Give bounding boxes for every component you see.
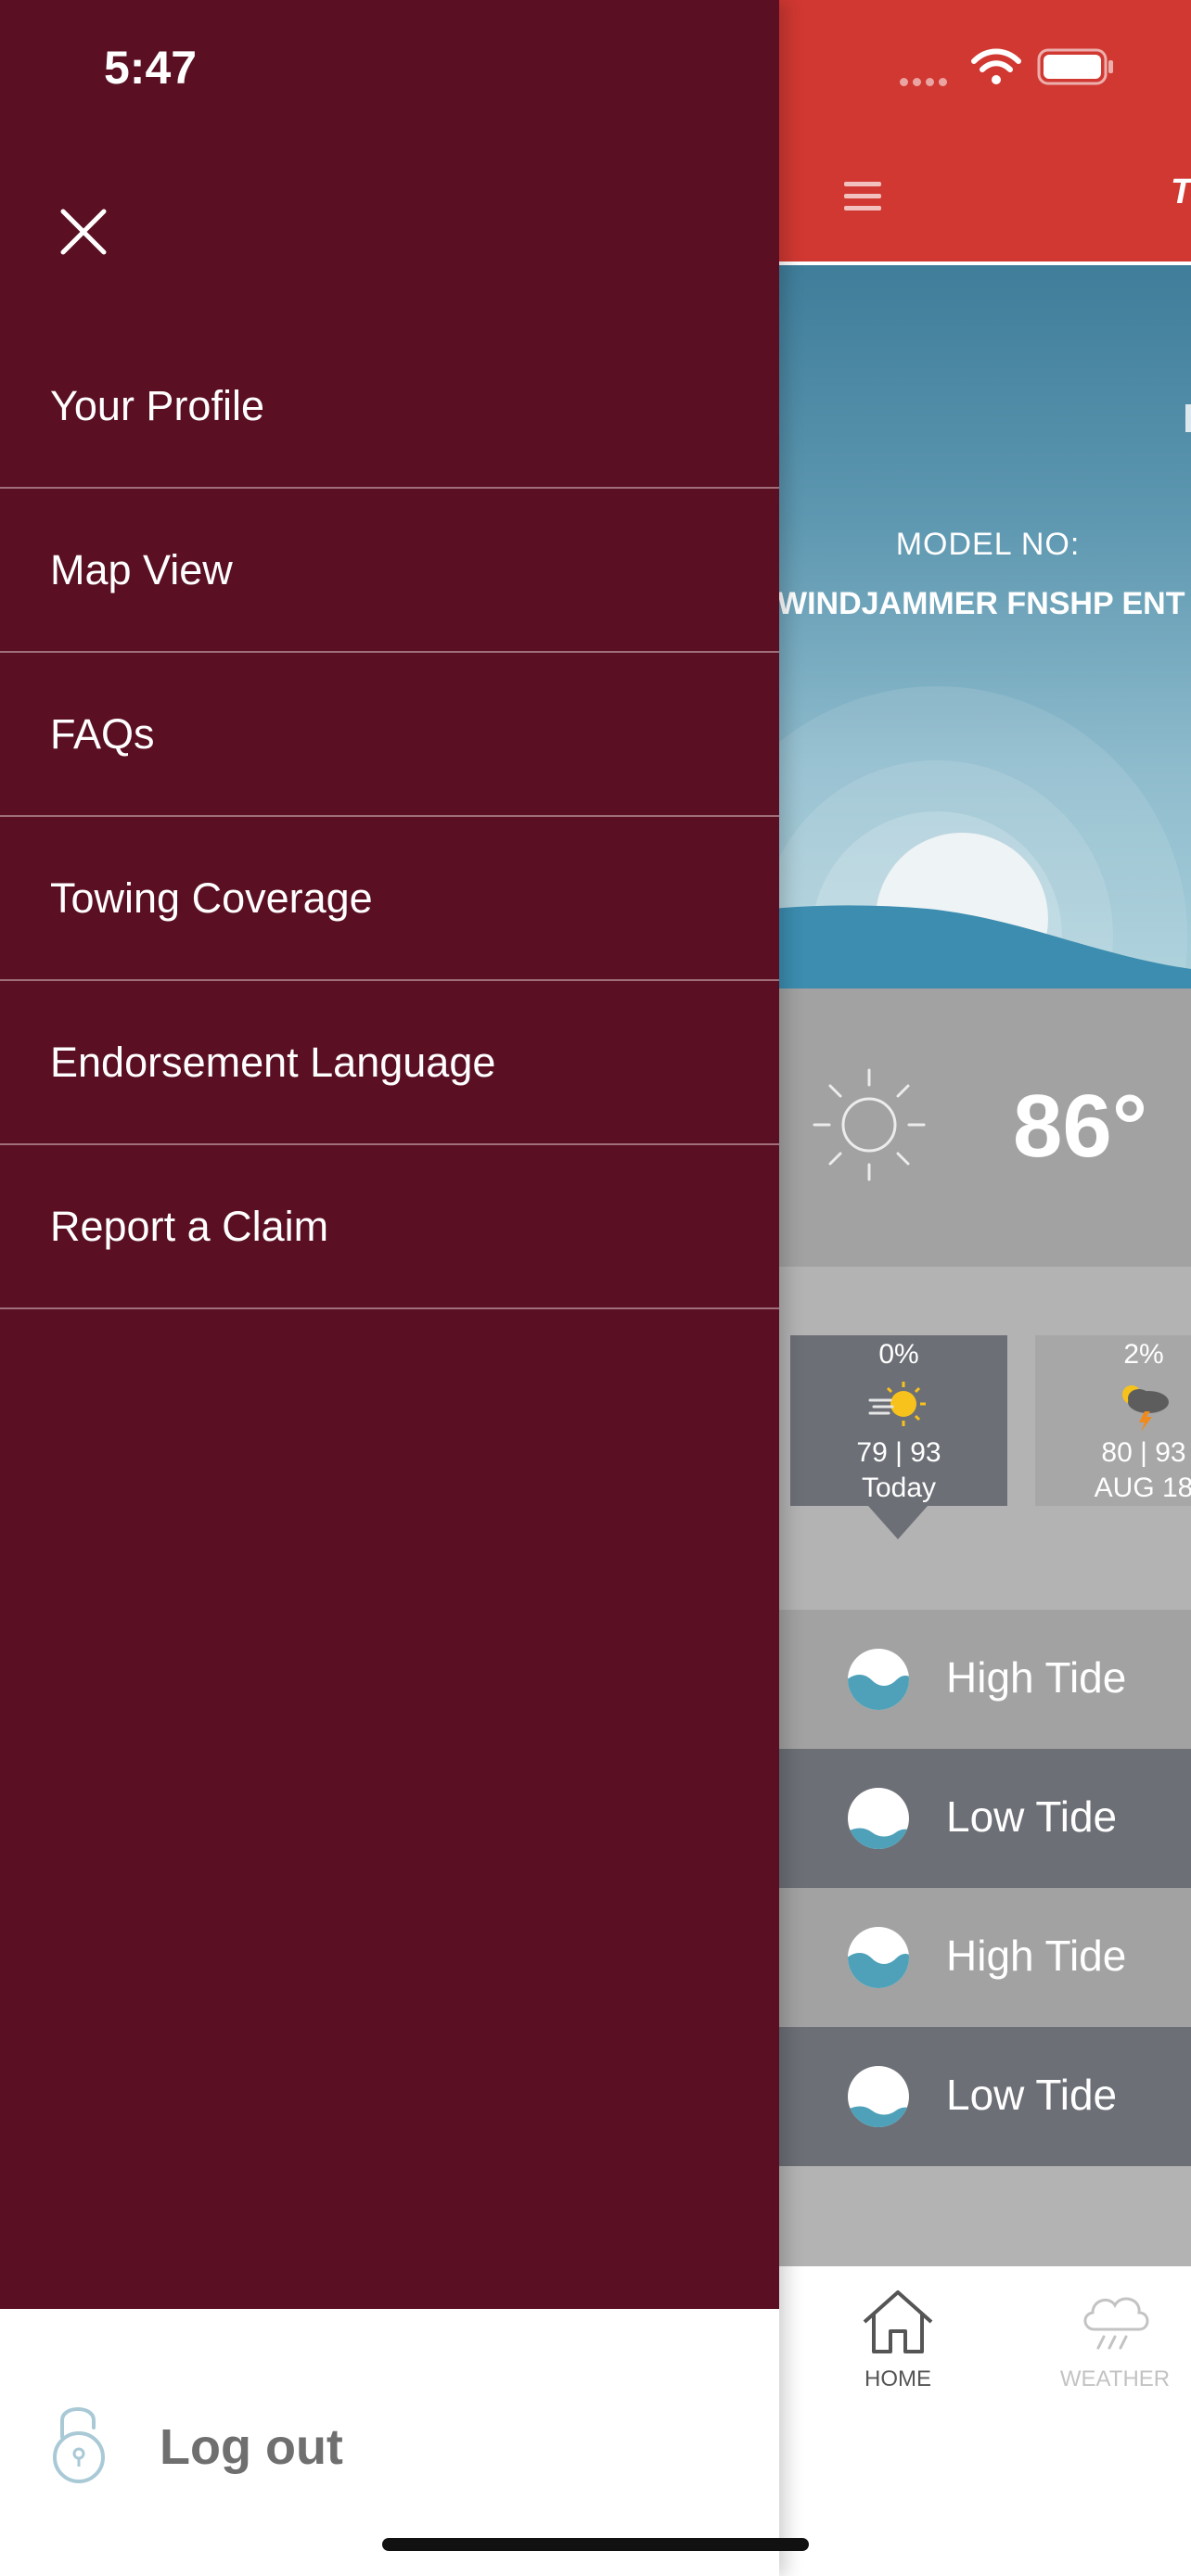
menu-item-label: Your Profile xyxy=(50,382,264,429)
tab-weather[interactable]: WEATHER xyxy=(1041,2287,1189,2392)
hero-edge-glyph xyxy=(1185,404,1191,432)
wifi-icon xyxy=(971,48,1021,84)
temp-range: 80 | 93 xyxy=(1101,1437,1186,1468)
drawer-menu: Your Profile Map View FAQs Towing Covera… xyxy=(0,325,779,1309)
forecast-day: AUG 18 xyxy=(1094,1473,1191,1503)
status-time: 5:47 xyxy=(104,42,198,94)
tide-label: High Tide xyxy=(946,1932,1127,1980)
tide-label: High Tide xyxy=(946,1653,1127,1702)
forecast-card-aug18[interactable]: 2% 80 | 93 AUG 18 xyxy=(1035,1335,1191,1506)
precip-chance: 0% xyxy=(878,1339,919,1370)
menu-item-faqs[interactable]: FAQs xyxy=(0,653,779,817)
logout-area: Log out xyxy=(0,2309,779,2576)
home-icon xyxy=(863,2290,933,2353)
menu-item-label: Map View xyxy=(50,546,233,593)
thunderstorm-icon xyxy=(1122,1385,1169,1432)
menu-item-label: Report a Claim xyxy=(50,1203,329,1250)
menu-item-endorsement-language[interactable]: Endorsement Language xyxy=(0,981,779,1145)
tide-icon xyxy=(848,1788,909,1849)
screen: T MODEL NO: WINDJAMMER FNSHP ENT 86° 0% … xyxy=(0,0,1191,2576)
cellular-dots-icon xyxy=(900,74,952,91)
home-indicator[interactable] xyxy=(382,2538,809,2551)
logout-button[interactable]: Log out xyxy=(48,2400,438,2489)
sun-outline-icon xyxy=(813,1068,926,1181)
weather-cloud-icon xyxy=(1083,2297,1149,2350)
menu-item-towing-coverage[interactable]: Towing Coverage xyxy=(0,817,779,981)
menu-item-report-a-claim[interactable]: Report a Claim xyxy=(0,1145,779,1309)
navigation-drawer: Your Profile Map View FAQs Towing Covera… xyxy=(0,0,779,2576)
hamburger-icon[interactable] xyxy=(844,182,881,211)
menu-item-your-profile[interactable]: Your Profile xyxy=(0,325,779,489)
temp-range: 79 | 93 xyxy=(856,1437,941,1468)
forecast-card-today[interactable]: 0% 79 | 93 Today xyxy=(790,1335,1007,1506)
tab-home[interactable]: HOME xyxy=(824,2287,972,2392)
menu-item-label: Endorsement Language xyxy=(50,1039,496,1086)
precip-chance: 2% xyxy=(1123,1339,1164,1370)
model-number-label: MODEL NO: xyxy=(895,527,1081,562)
tide-icon xyxy=(848,2066,909,2127)
tide-label: Low Tide xyxy=(946,2071,1118,2119)
tide-label: Low Tide xyxy=(946,1792,1118,1841)
app-title: T xyxy=(1171,172,1191,211)
menu-item-label: Towing Coverage xyxy=(50,874,373,922)
selected-day-pointer xyxy=(868,1506,928,1539)
battery-icon xyxy=(1037,48,1113,85)
tab-label: HOME xyxy=(864,2366,931,2391)
model-name: WINDJAMMER FNSHP ENT xyxy=(777,586,1185,621)
menu-item-map-view[interactable]: Map View xyxy=(0,489,779,653)
current-temperature: 86° xyxy=(1013,1077,1148,1176)
menu-item-label: FAQs xyxy=(50,710,155,758)
tab-label: WEATHER xyxy=(1059,2366,1171,2391)
sunny-windy-icon xyxy=(868,1382,926,1426)
tide-icon xyxy=(848,1927,909,1988)
close-icon[interactable] xyxy=(48,197,119,267)
forecast-day: Today xyxy=(861,1473,937,1503)
logout-label: Log out xyxy=(160,2419,343,2475)
tide-icon xyxy=(848,1649,909,1710)
lock-icon xyxy=(53,2407,105,2483)
